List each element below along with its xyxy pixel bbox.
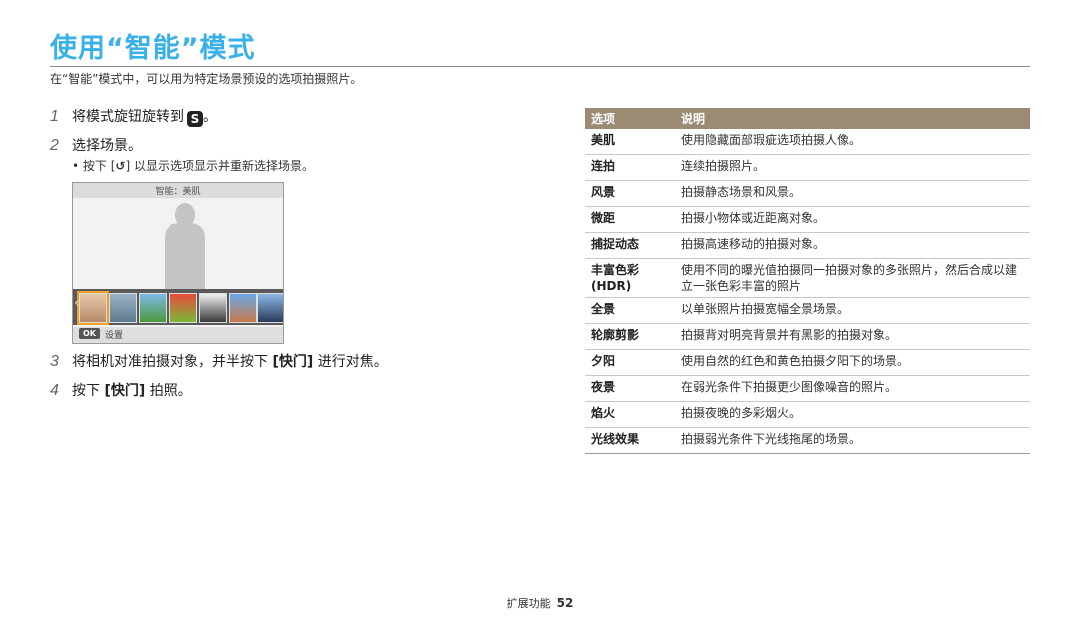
step-number: 2 [50,137,59,154]
description-cell: 以单张照片拍摄宽幅全景场景。 [675,297,1030,324]
description-cell: 连续拍摄照片。 [675,154,1030,181]
step-2: 2 选择场景。 [50,135,142,155]
option-cell: 风景 [585,180,675,207]
continuous-scene-thumbnail [109,293,137,323]
step-number: 4 [50,382,59,399]
description-cell: 使用自然的红色和黄色拍摄夕阳下的场景。 [675,349,1030,376]
bullet-note: • 按下 [↺] 以显示选项显示并重新选择场景。 [72,157,314,174]
step-text: 选择场景。 [72,138,142,154]
step-text-end: 进行对焦。 [317,354,388,370]
table-row: 连拍 连续拍摄照片。 [585,154,1030,181]
scene-options-table: 选项 说明 美肌 使用隐藏面部瑕疵选项拍摄人像。 连拍 连续拍摄照片。 风景 拍摄静态场景… [585,108,1030,454]
step-1: 1 将模式旋钮旋转到 S。 [50,106,217,127]
scene-thumbnail-strip [73,289,283,325]
page-title: 使用“智能”模式 [50,33,256,64]
shutter-key-label: [快门] [272,354,314,370]
description-cell: 拍摄夜晚的多彩烟火。 [675,401,1030,428]
bullet-prefix: 按下 [ [82,159,116,173]
step-text: 将模式旋钮旋转到 [72,109,184,125]
table-body: 美肌 使用隐藏面部瑕疵选项拍摄人像。 连拍 连续拍摄照片。 风景 拍摄静态场景和风景。 微距… [585,129,1030,454]
option-cell: 轮廓剪影 [585,323,675,350]
settings-label: 设置 [105,331,124,341]
step-number: 3 [50,353,59,370]
option-cell: 捕捉动态 [585,232,675,259]
camera-screen-illustration: 智能：美肌 ‹ OK 设置 [72,182,284,344]
description-cell: 拍摄高速移动的拍摄对象。 [675,232,1030,259]
page-number: 52 [556,596,574,610]
description-cell: 使用不同的曝光值拍摄同一拍摄对象的多张照片，然后合成以建立一张色彩丰富的照片 [675,258,1030,298]
title-divider [50,66,1030,67]
shutter-key-label: [快门] [104,383,146,399]
option-cell: 焰火 [585,401,675,428]
option-cell: 微距 [585,206,675,233]
macro-scene-thumbnail [169,293,197,323]
description-cell: 拍摄静态场景和风景。 [675,180,1030,207]
footer-section: 扩展功能 [506,597,551,610]
s-mode-icon: S [187,111,203,127]
table-row: 轮廓剪影 拍摄背对明亮背景并有黑影的拍摄对象。 [585,323,1030,350]
page-footer: 扩展功能 52 [0,595,1080,611]
table-header-row: 选项 说明 [585,108,1030,129]
chevron-left-icon: ‹ [74,295,80,311]
hdr-scene-thumbnail [229,293,257,323]
table-row: 丰富色彩 (HDR) 使用不同的曝光值拍摄同一拍摄对象的多张照片，然后合成以建立一… [585,258,1030,298]
option-cell: 夕阳 [585,349,675,376]
step-number: 1 [50,108,59,125]
back-icon: ↺ [115,159,126,173]
table-row: 全景 以单张照片拍摄宽幅全景场景。 [585,297,1030,324]
step-text-end: 。 [203,109,217,125]
person-silhouette [165,223,205,295]
table-row: 捕捉动态 拍摄高速移动的拍摄对象。 [585,232,1030,259]
landscape-scene-thumbnail [139,293,167,323]
option-cell: 光线效果 [585,427,675,454]
option-column-header: 选项 [585,108,675,129]
table-row: 焰火 拍摄夜晚的多彩烟火。 [585,401,1030,428]
bullet-suffix: ] 以显示选项显示并重新选择场景。 [125,159,314,173]
panorama-scene-thumbnail [257,293,283,323]
description-column-header: 说明 [675,108,1030,129]
screen-caption: 智能：美肌 [155,187,201,197]
step-text-end: 拍照。 [149,383,192,399]
step-text: 将相机对准拍摄对象，并半按下 [72,354,268,370]
person-silhouette-head [175,203,195,227]
action-scene-thumbnail [199,293,227,323]
option-cell: 夜景 [585,375,675,402]
option-cell: 美肌 [585,129,675,155]
table-row: 夜景 在弱光条件下拍摄更少图像噪音的照片。 [585,375,1030,402]
table-row: 光线效果 拍摄弱光条件下光线拖尾的场景。 [585,427,1030,454]
bullet-dot: • [72,159,83,173]
description-cell: 拍摄背对明亮背景并有黑影的拍摄对象。 [675,323,1030,350]
table-row: 美肌 使用隐藏面部瑕疵选项拍摄人像。 [585,129,1030,155]
description-cell: 在弱光条件下拍摄更少图像噪音的照片。 [675,375,1030,402]
description-cell: 拍摄弱光条件下光线拖尾的场景。 [675,427,1030,454]
description-cell: 使用隐藏面部瑕疵选项拍摄人像。 [675,129,1030,155]
option-cell: 全景 [585,297,675,324]
intro-text: 在“智能”模式中，可以用为特定场景预设的选项拍摄照片。 [50,72,363,86]
step-3: 3 将相机对准拍摄对象，并半按下 [快门] 进行对焦。 [50,351,388,371]
step-4: 4 按下 [快门] 拍照。 [50,380,192,400]
ok-key-icon: OK [79,328,100,339]
table-row: 夕阳 使用自然的红色和黄色拍摄夕阳下的场景。 [585,349,1030,376]
description-cell: 拍摄小物体或近距离对象。 [675,206,1030,233]
step-text: 按下 [72,383,100,399]
table-row: 风景 拍摄静态场景和风景。 [585,180,1030,207]
option-cell: 丰富色彩 (HDR) [585,258,675,298]
option-cell: 连拍 [585,154,675,181]
table-row: 微距 拍摄小物体或近距离对象。 [585,206,1030,233]
beauty-scene-thumbnail [77,291,109,325]
